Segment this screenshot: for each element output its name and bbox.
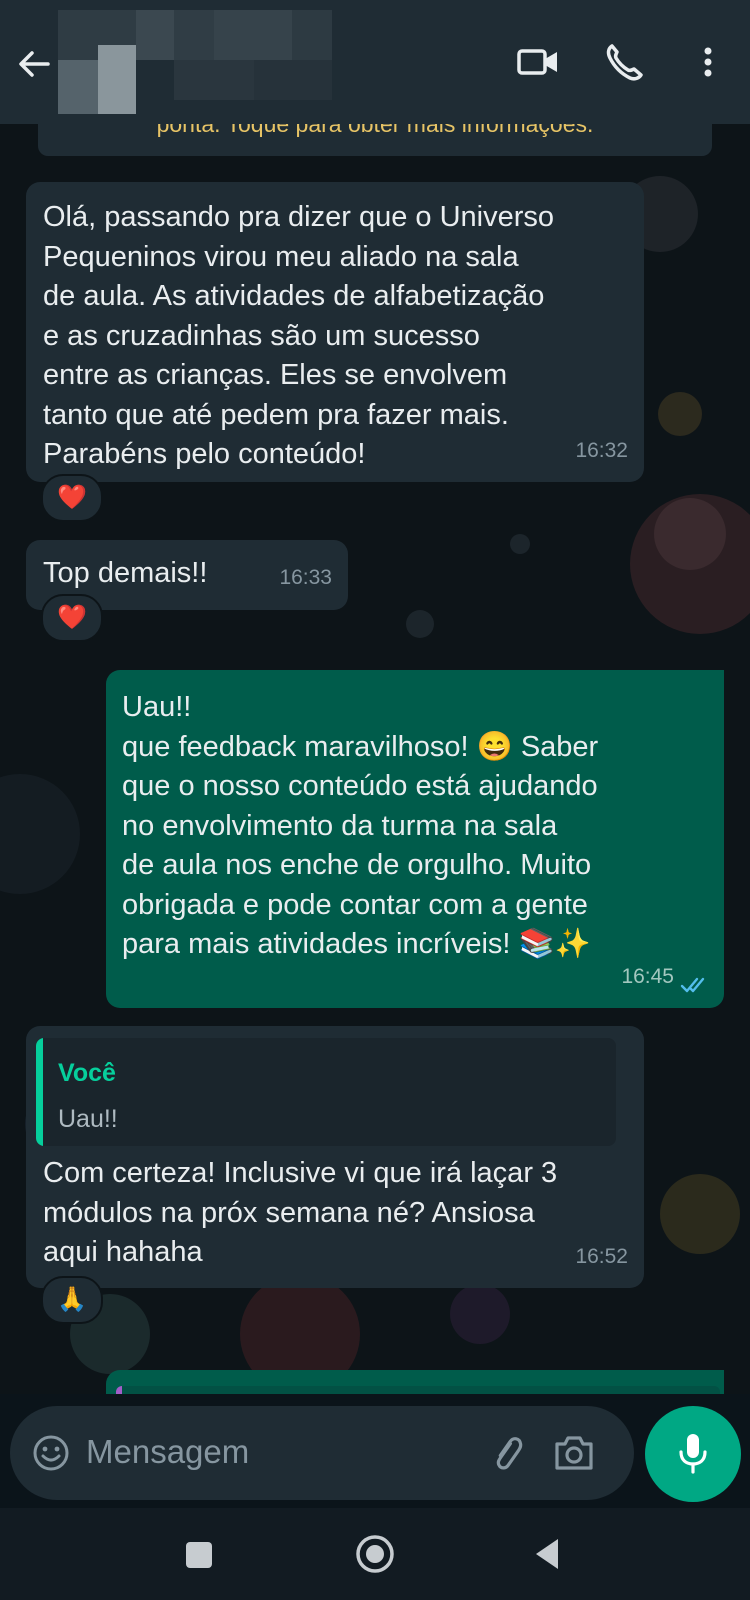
- system-banner-text: ponta. Toque para obter mais informações…: [156, 124, 594, 137]
- microphone-icon: [679, 1434, 707, 1474]
- message-time: 16:33: [279, 565, 332, 589]
- more-vertical-icon[interactable]: [686, 40, 730, 84]
- quote-text: Uau!!: [58, 1105, 118, 1133]
- quoted-message[interactable]: Você Uau!!: [36, 1038, 616, 1146]
- video-call-icon[interactable]: [516, 40, 560, 84]
- system-navigation-bar: [0, 1508, 750, 1600]
- contact-name-pixelated[interactable]: [58, 10, 368, 114]
- quoted-message-partial: [116, 1386, 720, 1394]
- message-time: 16:52: [575, 1244, 628, 1268]
- incoming-message[interactable]: Olá, passando pra dizer que o Universo P…: [26, 182, 644, 482]
- message-time: 16:45: [621, 964, 674, 988]
- camera-icon[interactable]: [552, 1432, 596, 1474]
- microphone-button[interactable]: [645, 1406, 741, 1502]
- chat-area[interactable]: ponta. Toque para obter mais informações…: [0, 124, 750, 1394]
- paperclip-icon[interactable]: [488, 1432, 530, 1474]
- home-icon[interactable]: [354, 1533, 396, 1575]
- message-input-placeholder[interactable]: Mensagem: [86, 1433, 249, 1471]
- phone-icon[interactable]: [602, 40, 646, 84]
- system-info-banner[interactable]: ponta. Toque para obter mais informações…: [38, 124, 712, 156]
- message-time: 16:32: [575, 438, 628, 462]
- message-text: Uau!! que feedback maravilhoso! 😄 Saber …: [122, 691, 599, 960]
- message-input-bar[interactable]: Mensagem: [10, 1406, 634, 1500]
- message-text: Olá, passando pra dizer que o Universo P…: [43, 201, 555, 470]
- message-reaction[interactable]: ❤️: [41, 594, 103, 642]
- chat-header: [0, 0, 750, 124]
- back-nav-icon[interactable]: [532, 1536, 562, 1572]
- message-reaction[interactable]: 🙏: [41, 1276, 103, 1324]
- recents-icon[interactable]: [184, 1540, 214, 1570]
- quote-author: Você: [58, 1059, 116, 1087]
- incoming-message[interactable]: Você Uau!! Com certeza! Inclusive vi que…: [26, 1026, 644, 1288]
- message-text: Com certeza! Inclusive vi que irá laçar …: [43, 1157, 558, 1268]
- message-reaction[interactable]: ❤️: [41, 474, 103, 522]
- quote-accent-bar: [36, 1038, 43, 1146]
- emoji-icon[interactable]: [32, 1434, 70, 1472]
- outgoing-message-partial[interactable]: [106, 1370, 724, 1394]
- arrow-left-icon[interactable]: [14, 44, 54, 84]
- read-receipt-icon: [680, 977, 705, 993]
- outgoing-message[interactable]: Uau!! que feedback maravilhoso! 😄 Saber …: [106, 670, 724, 1008]
